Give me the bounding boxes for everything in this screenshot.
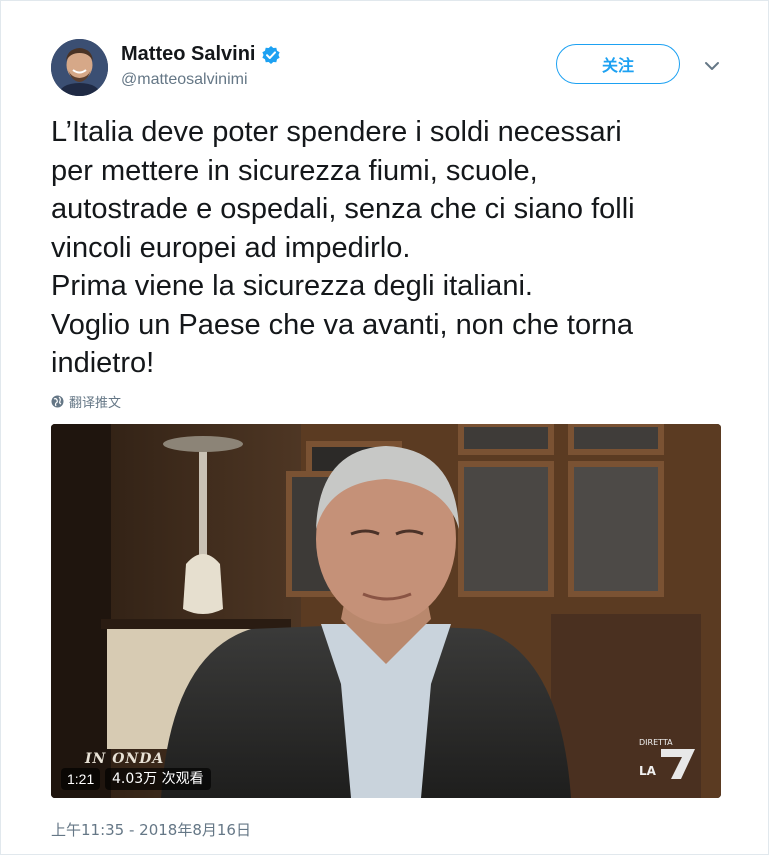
- video-player[interactable]: [51, 424, 721, 798]
- tweet-text-line: Voglio un Paese che va avanti, non che t…: [51, 308, 634, 341]
- avatar[interactable]: [51, 39, 108, 96]
- svg-text:LA: LA: [639, 764, 657, 778]
- translate-label: 翻译推文: [69, 396, 122, 411]
- user-handle[interactable]: @matteosalvinimi: [121, 71, 248, 89]
- tweet-text-line: indietro!: [51, 347, 155, 379]
- tweet-text-line: L’Italia deve poter spendere i soldi nec…: [51, 116, 622, 148]
- channel-watermark-left: IN ONDA: [85, 751, 165, 767]
- tweet-card: Matteo Salvini @matteosalvinimi 关注 L’Ita…: [0, 0, 769, 855]
- svg-text:DIRETTA: DIRETTA: [639, 738, 673, 747]
- verified-badge-icon: [261, 45, 281, 65]
- translate-tweet-link[interactable]: 翻译推文: [51, 392, 121, 411]
- tweet-text-line: per mettere in sicurezza fiumi, scuole,: [51, 154, 538, 187]
- video-views: 4.03万 次观看: [105, 768, 211, 790]
- tweet-text-line: autostrade e ospedali, senza che ci sian…: [51, 193, 635, 225]
- la7-logo: DIRETTA LA: [637, 735, 699, 781]
- follow-button[interactable]: 关注: [556, 44, 680, 84]
- chevron-down-icon[interactable]: [703, 57, 721, 75]
- display-name[interactable]: Matteo Salvini: [121, 43, 255, 66]
- globe-icon: [51, 395, 64, 408]
- tweet-text: L’Italia deve poter spendere i soldi nec…: [51, 113, 741, 383]
- tweet-text-line: Prima viene la sicurezza degli italiani.: [51, 270, 533, 302]
- tweet-timestamp[interactable]: 上午11:35 - 2018年8月16日: [51, 819, 251, 840]
- tweet-text-line: vincoli europei ad impedirlo.: [51, 231, 411, 264]
- video-duration: 1:21: [61, 768, 101, 790]
